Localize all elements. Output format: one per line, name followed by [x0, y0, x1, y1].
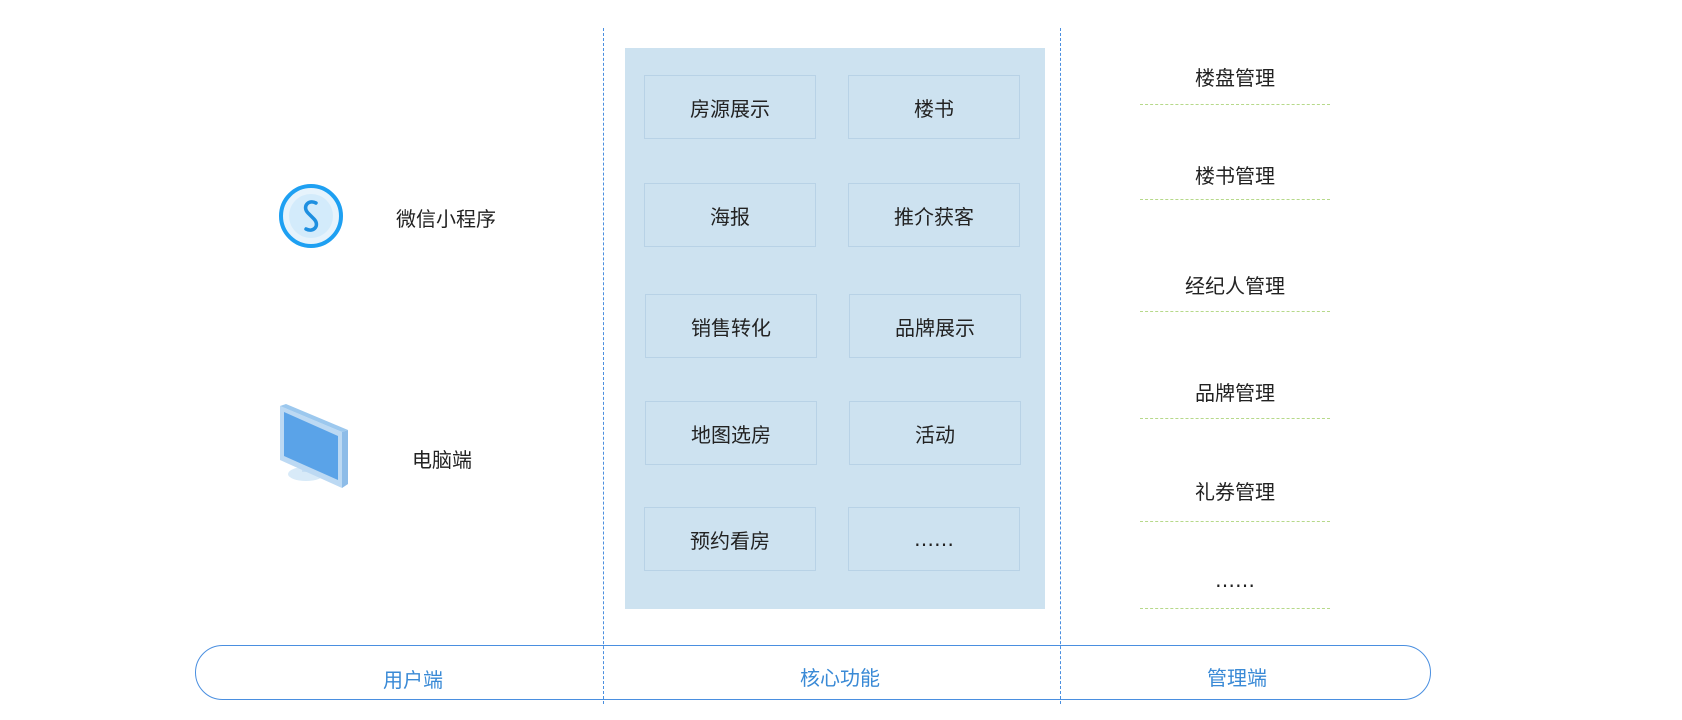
- footer-label-management: 管理端: [1207, 666, 1267, 690]
- core-cell-poster: 海报: [644, 183, 816, 247]
- mgmt-divider: [1140, 311, 1330, 312]
- mgmt-divider: [1140, 521, 1330, 522]
- core-cell-booking: 预约看房: [644, 507, 816, 571]
- mgmt-item-property: 楼盘管理: [1195, 66, 1275, 90]
- computer-monitor-icon: [280, 404, 348, 488]
- mgmt-item-more: ……: [1215, 568, 1255, 592]
- divider-left: [603, 28, 604, 704]
- mgmt-divider: [1140, 608, 1330, 609]
- core-cell-sales-conversion: 销售转化: [645, 294, 817, 358]
- mgmt-divider: [1140, 418, 1330, 419]
- core-cell-brochure: 楼书: [848, 75, 1020, 139]
- mgmt-item-brochure: 楼书管理: [1195, 164, 1275, 188]
- mgmt-item-brand: 品牌管理: [1195, 381, 1275, 405]
- mgmt-item-agent: 经纪人管理: [1185, 274, 1285, 298]
- mgmt-item-coupon: 礼券管理: [1195, 480, 1275, 504]
- user-item-miniprogram: 微信小程序: [396, 207, 496, 231]
- core-cell-events: 活动: [849, 401, 1021, 465]
- wechat-miniprogram-icon: [279, 184, 343, 248]
- core-cell-referral: 推介获客: [848, 183, 1020, 247]
- footer-label-core: 核心功能: [800, 666, 880, 690]
- divider-right: [1060, 28, 1061, 704]
- mgmt-divider: [1140, 199, 1330, 200]
- footer-label-user: 用户端: [383, 668, 443, 692]
- core-cell-brand-display: 品牌展示: [849, 294, 1021, 358]
- mgmt-divider: [1140, 104, 1330, 105]
- core-cell-more: ……: [848, 507, 1020, 571]
- user-item-computer: 电脑端: [412, 448, 472, 472]
- core-cell-map-selection: 地图选房: [645, 401, 817, 465]
- core-cell-listing: 房源展示: [644, 75, 816, 139]
